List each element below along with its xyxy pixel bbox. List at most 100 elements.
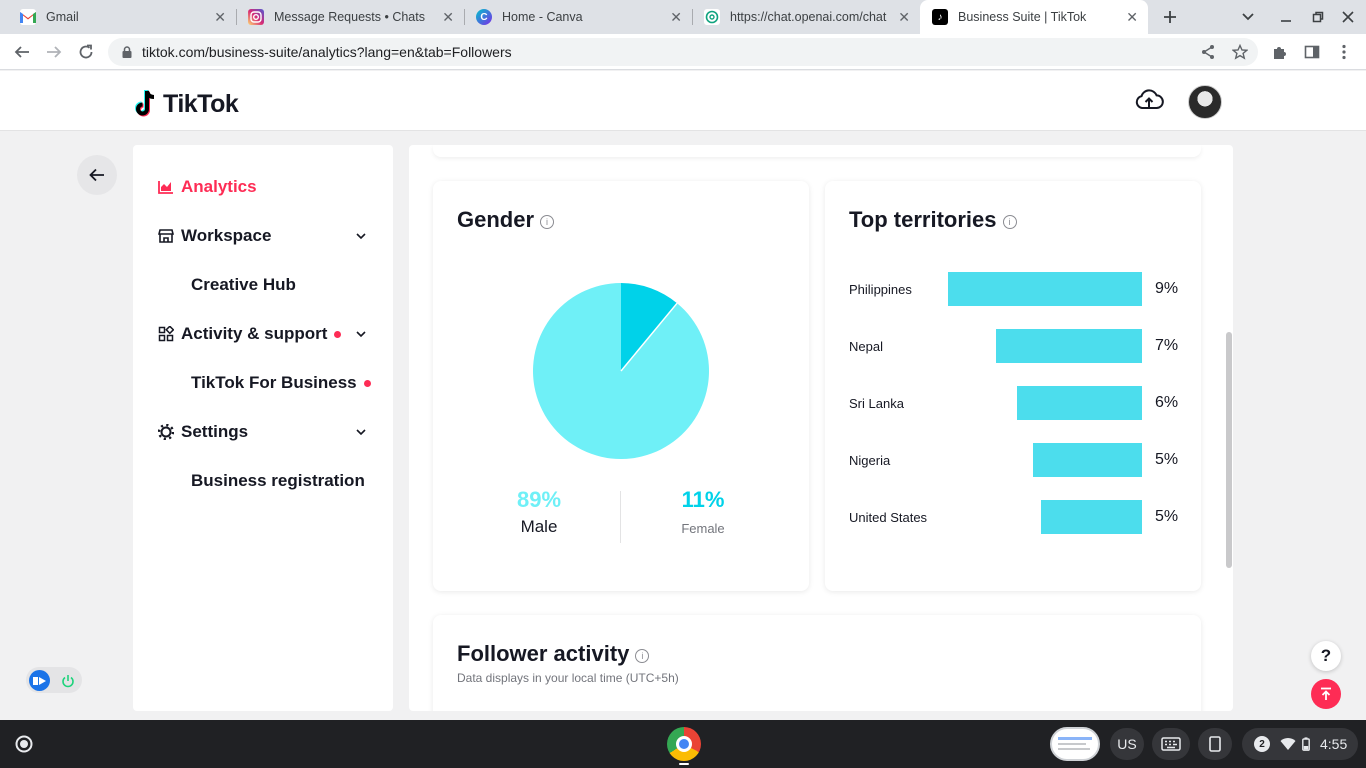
profile-avatar[interactable]	[1188, 85, 1222, 119]
sidebar-back-button[interactable]	[77, 155, 117, 195]
territory-name: Philippines	[849, 282, 912, 297]
grid-icon	[157, 325, 175, 343]
female-stat: 11% Female	[653, 487, 753, 536]
back-arrow-icon[interactable]	[9, 39, 35, 65]
sidebar-item-label: TikTok For Business	[191, 373, 357, 392]
tab-gmail[interactable]: Gmail ✕	[8, 0, 236, 34]
sidebar-item-label: Analytics	[181, 177, 257, 196]
close-window-icon[interactable]	[1336, 0, 1360, 34]
bookmark-star-icon[interactable]	[1227, 39, 1253, 65]
sidebar-item-label: Creative Hub	[191, 275, 296, 294]
info-icon[interactable]: i	[1002, 215, 1017, 229]
sidebar-item-activity-support[interactable]: Activity & support	[157, 324, 342, 344]
tab-canva[interactable]: C Home - Canva ✕	[464, 0, 692, 34]
lock-icon	[122, 46, 132, 58]
page-scrollbar-thumb[interactable]	[1226, 332, 1232, 568]
tiktok-logo[interactable]: TikTok	[133, 89, 239, 119]
gender-card: Gender i 89% Male 11% Female	[433, 181, 809, 591]
browser-toolbar: tiktok.com/business-suite/analytics?lang…	[0, 34, 1366, 70]
follower-activity-title: Follower activity i	[457, 641, 650, 667]
close-icon[interactable]: ✕	[1126, 9, 1138, 26]
territory-name: Nepal	[849, 339, 883, 354]
info-icon[interactable]: i	[540, 215, 555, 229]
input-method-indicator[interactable]: US	[1110, 728, 1144, 760]
chevron-down-icon[interactable]	[355, 230, 367, 242]
close-icon[interactable]: ✕	[670, 9, 682, 26]
tablet-mode-icon[interactable]	[1198, 728, 1232, 760]
back-arrow-icon	[89, 168, 104, 182]
status-area[interactable]: 2 4:55	[1242, 728, 1358, 760]
reload-icon[interactable]	[73, 39, 99, 65]
help-button[interactable]: ?	[1311, 641, 1341, 671]
upload-cloud-icon[interactable]	[1134, 86, 1164, 116]
info-icon[interactable]: i	[635, 649, 650, 663]
tiktok-icon: ♪	[932, 9, 948, 25]
top-territories-card: Top territories i Philippines 9% Nepal 7…	[825, 181, 1201, 591]
territory-bar	[1033, 443, 1142, 477]
card-title-text: Top territories	[849, 207, 997, 232]
tab-openai[interactable]: https://chat.openai.com/chat ✕	[692, 0, 920, 34]
close-icon[interactable]: ✕	[214, 9, 226, 26]
sidebar-item-creative-hub[interactable]: Creative Hub	[191, 275, 296, 295]
gender-pie-chart	[533, 283, 709, 459]
chevron-down-icon[interactable]	[355, 328, 367, 340]
female-percent: 11%	[681, 487, 725, 512]
male-label: Male	[520, 517, 558, 536]
card-title-text: Follower activity	[457, 641, 630, 666]
battery-icon	[1302, 737, 1310, 751]
territory-bar	[948, 272, 1142, 306]
analytics-main-panel: Gender i 89% Male 11% Female Top territo…	[409, 145, 1233, 711]
tab-search-chevron-icon[interactable]	[1236, 0, 1260, 34]
chrome-app-icon[interactable]	[667, 727, 701, 761]
tab-instagram[interactable]: Message Requests • Chats ✕	[236, 0, 464, 34]
chevron-down-icon[interactable]	[355, 426, 367, 438]
territory-name: Sri Lanka	[849, 396, 904, 411]
follower-activity-subtitle: Data displays in your local time (UTC+5h…	[457, 671, 679, 685]
sidebar-item-label: Business registration	[191, 471, 365, 490]
forward-arrow-icon[interactable]	[41, 39, 67, 65]
territory-name: Nigeria	[849, 453, 891, 468]
territory-bar	[1041, 500, 1142, 534]
app-running-indicator	[679, 763, 689, 765]
territories-title: Top territories i	[849, 207, 1017, 233]
female-label: Female	[681, 521, 725, 536]
tab-tiktok-business-suite[interactable]: ♪ Business Suite | TikTok ✕	[920, 0, 1148, 34]
minimize-icon[interactable]	[1274, 0, 1298, 34]
power-icon[interactable]	[57, 670, 78, 691]
holding-space-thumbnail[interactable]	[1050, 727, 1100, 761]
territory-row: Philippines 9%	[849, 272, 1179, 306]
address-bar[interactable]: tiktok.com/business-suite/analytics?lang…	[108, 38, 1258, 66]
card-title-text: Gender	[457, 207, 535, 232]
close-icon[interactable]: ✕	[442, 9, 454, 26]
sidebar-item-workspace[interactable]: Workspace	[157, 226, 271, 246]
territory-percent: 5%	[1155, 451, 1179, 468]
sidebar-item-business-registration[interactable]: Business registration	[191, 471, 365, 491]
follower-activity-card: Follower activity i Data displays in you…	[433, 615, 1201, 711]
sidebar-item-label: Settings	[181, 422, 249, 441]
territory-row: Sri Lanka 6%	[849, 386, 1179, 420]
close-icon[interactable]: ✕	[898, 9, 910, 26]
restore-icon[interactable]	[1306, 0, 1330, 34]
sidebar-item-settings[interactable]: Settings	[157, 422, 248, 442]
extensions-puzzle-icon[interactable]	[1267, 39, 1293, 65]
territory-row: Nigeria 5%	[849, 443, 1179, 477]
tab-title: https://chat.openai.com/chat	[730, 10, 887, 24]
new-tab-button[interactable]	[1156, 0, 1184, 34]
share-icon[interactable]	[1195, 39, 1221, 65]
sidebar-item-tiktok-for-business[interactable]: TikTok For Business	[191, 373, 371, 393]
tab-title: Business Suite | TikTok	[958, 10, 1087, 24]
instagram-icon	[248, 9, 264, 25]
launcher-icon[interactable]	[10, 730, 38, 758]
gender-title: Gender i	[457, 207, 555, 233]
url-text: tiktok.com/business-suite/analytics?lang…	[142, 44, 512, 60]
extension-record-icon[interactable]	[29, 670, 50, 691]
scroll-to-top-button[interactable]	[1311, 679, 1341, 709]
keyboard-icon[interactable]	[1152, 728, 1190, 760]
previous-card-edge	[433, 145, 1201, 157]
side-panel-icon[interactable]	[1299, 39, 1325, 65]
territory-row: Nepal 7%	[849, 329, 1179, 363]
kebab-menu-icon[interactable]	[1331, 39, 1357, 65]
territory-percent: 5%	[1155, 508, 1179, 525]
sidebar-item-analytics[interactable]: Analytics	[157, 177, 257, 197]
clock-time: 4:55	[1320, 736, 1348, 752]
